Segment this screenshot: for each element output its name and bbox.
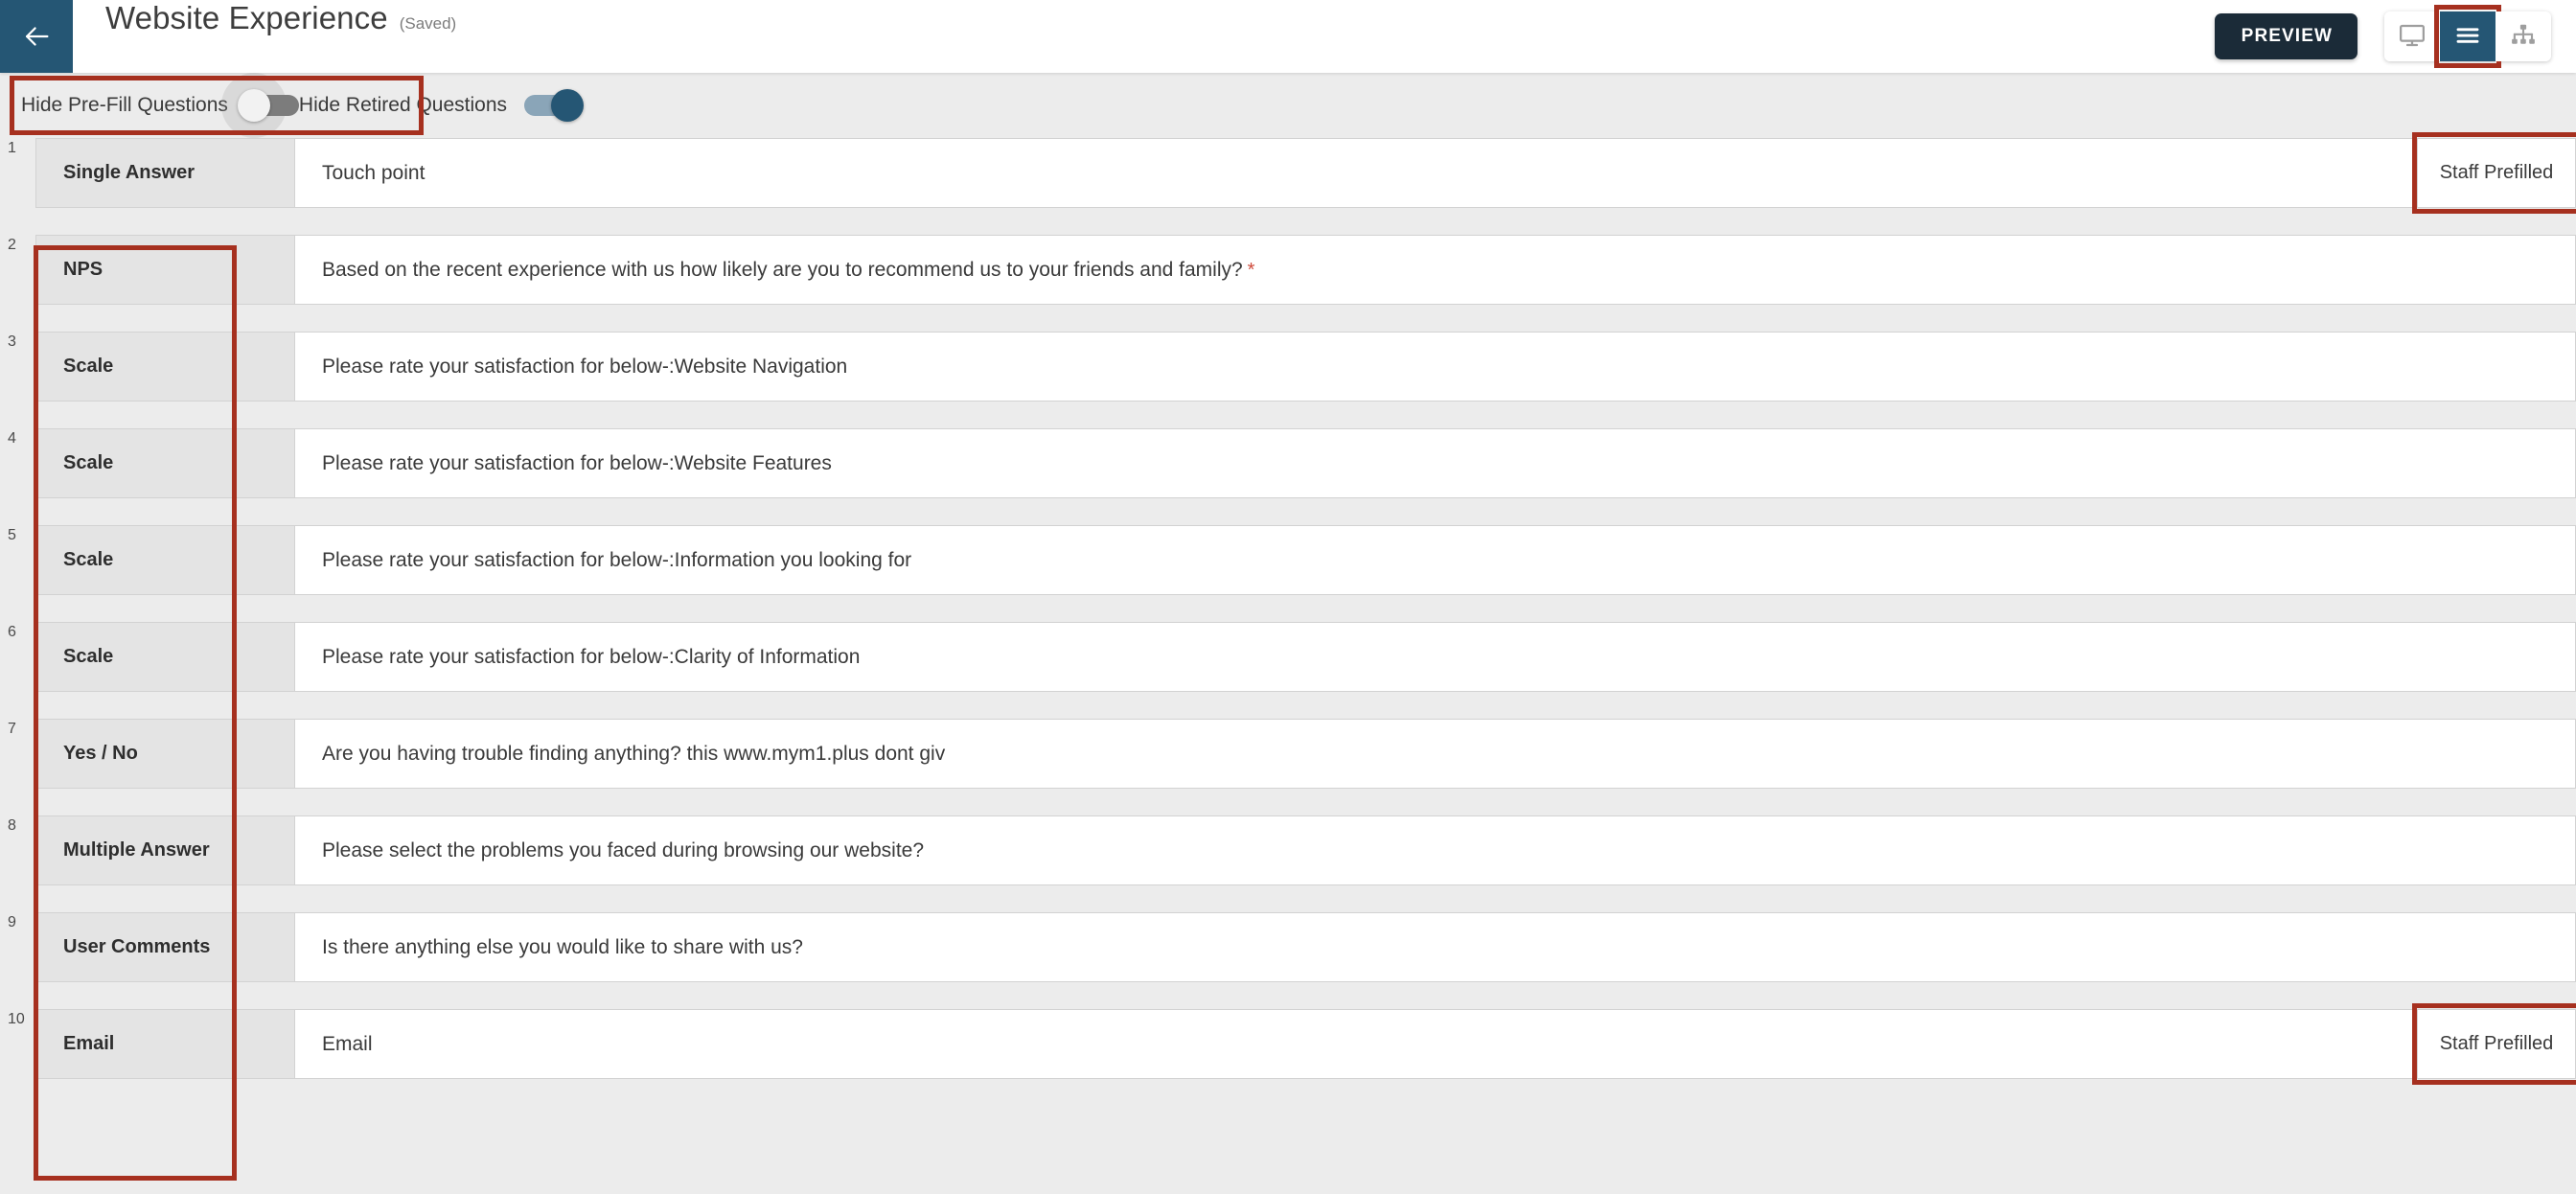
question-row[interactable]: 5 Scale Please rate your satisfaction for … (0, 525, 2576, 595)
hide-prefill-label: Hide Pre-Fill Questions (21, 94, 228, 116)
switch-knob (237, 89, 270, 122)
view-mode-list-button[interactable] (2434, 5, 2501, 68)
question-text-cell[interactable]: Please select the problems you faced dur… (294, 815, 2576, 885)
question-text-cell[interactable]: Are you having trouble finding anything?… (294, 719, 2576, 789)
question-row-spacer (235, 525, 294, 595)
question-number: 2 (8, 237, 16, 253)
question-number: 6 (8, 624, 16, 640)
preview-button[interactable]: PREVIEW (2214, 13, 2358, 59)
sitemap-tree-icon (2509, 21, 2538, 53)
question-row-spacer (235, 138, 294, 208)
view-mode-desktop-button[interactable] (2384, 11, 2440, 61)
page-title: Website Experience (105, 0, 388, 35)
question-text: Please rate your satisfaction for below-… (322, 451, 832, 474)
hide-retired-label: Hide Retired Questions (298, 94, 508, 116)
question-text: Please rate your satisfaction for below-… (322, 645, 861, 668)
monitor-icon (2398, 21, 2426, 53)
question-text-cell[interactable]: Email Staff Prefilled (294, 1003, 2576, 1085)
question-number: 9 (8, 914, 16, 930)
view-mode-flow-button[interactable] (2496, 11, 2551, 61)
question-row[interactable]: 2 NPS Based on the recent experience with … (0, 235, 2576, 305)
question-row[interactable]: 6 Scale Please rate your satisfaction for … (0, 622, 2576, 692)
question-type-cell[interactable]: Scale (35, 332, 235, 402)
question-text-cell[interactable]: Please rate your satisfaction for below-… (294, 428, 2576, 498)
view-mode-group (2384, 5, 2551, 68)
question-row-spacer (235, 428, 294, 498)
question-row-spacer (235, 332, 294, 402)
question-type-cell[interactable]: Scale (35, 622, 235, 692)
staff-prefilled-badge: Staff Prefilled (2412, 1003, 2576, 1085)
question-text: Please select the problems you faced dur… (322, 838, 925, 861)
question-text: Email (322, 1032, 373, 1055)
question-text: Please rate your satisfaction for below-… (322, 355, 848, 378)
question-row-spacer (235, 1009, 294, 1079)
app-header: Website Experience (Saved) PREVIEW (0, 0, 2576, 73)
question-number: 1 (8, 140, 16, 156)
question-text-cell[interactable]: Please rate your satisfaction for below-… (294, 332, 2576, 402)
header-actions: PREVIEW (2214, 0, 2576, 73)
question-row-spacer (235, 815, 294, 885)
question-list: 1 Single Answer Touch point Staff Prefilled… (0, 132, 2576, 1181)
staff-prefilled-badge: Staff Prefilled (2412, 132, 2576, 214)
question-row[interactable]: 8 Multiple Answer Please select the proble… (0, 815, 2576, 885)
question-number: 7 (8, 721, 16, 737)
question-text: Is there anything else you would like to… (322, 935, 803, 958)
question-row-spacer (235, 912, 294, 982)
question-type-cell[interactable]: Multiple Answer (35, 815, 235, 885)
question-text: Touch point (322, 161, 426, 184)
hide-retired-toggle-group: Hide Retired Questions (298, 89, 585, 122)
back-button[interactable] (0, 0, 73, 73)
question-text-cell[interactable]: Please rate your satisfaction for below-… (294, 525, 2576, 595)
question-text-cell[interactable]: Touch point Staff Prefilled (294, 132, 2576, 214)
saved-status: (Saved) (399, 14, 457, 33)
question-text-cell[interactable]: Is there anything else you would like to… (294, 912, 2576, 982)
question-row[interactable]: 10 Email Email Staff Prefilled (0, 1003, 2576, 1085)
arrow-left-icon (20, 20, 53, 53)
question-row[interactable]: 9 User Comments Is there anything else you… (0, 912, 2576, 982)
hide-prefill-toggle-group: Hide Pre-Fill Questions (21, 73, 299, 138)
question-number: 8 (8, 817, 16, 834)
question-row-spacer (235, 719, 294, 789)
question-text-cell[interactable]: Please rate your satisfaction for below-… (294, 622, 2576, 692)
question-number: 4 (8, 430, 16, 447)
title-area: Website Experience (Saved) (73, 0, 2215, 73)
question-type-cell[interactable]: Email (35, 1009, 235, 1079)
question-type-cell[interactable]: Yes / No (35, 719, 235, 789)
question-number: 5 (8, 527, 16, 543)
question-text: Based on the recent experience with us h… (322, 258, 1243, 281)
question-row[interactable]: 1 Single Answer Touch point Staff Prefilled (0, 132, 2576, 214)
question-number: 3 (8, 333, 16, 350)
question-text-cell[interactable]: Based on the recent experience with us h… (294, 235, 2576, 305)
question-type-cell[interactable]: Scale (35, 525, 235, 595)
question-row[interactable]: 4 Scale Please rate your satisfaction for … (0, 428, 2576, 498)
filter-toggle-bar: Hide Pre-Fill Questions Hide Retired Que… (0, 73, 2576, 138)
hide-retired-switch[interactable] (524, 89, 585, 122)
question-number: 10 (8, 1011, 25, 1027)
question-row[interactable]: 7 Yes / No Are you having trouble finding … (0, 719, 2576, 789)
question-text: Are you having trouble finding anything?… (322, 742, 946, 765)
switch-knob (551, 89, 585, 122)
hamburger-list-icon (2453, 21, 2482, 53)
question-type-cell[interactable]: NPS (35, 235, 235, 305)
hide-prefill-switch[interactable] (220, 73, 299, 138)
question-text: Please rate your satisfaction for below-… (322, 548, 912, 571)
question-row[interactable]: 3 Scale Please rate your satisfaction for … (0, 332, 2576, 402)
question-type-cell[interactable]: User Comments (35, 912, 235, 982)
question-row-spacer (235, 235, 294, 305)
question-row-spacer (235, 622, 294, 692)
question-type-cell[interactable]: Scale (35, 428, 235, 498)
question-type-cell[interactable]: Single Answer (35, 138, 235, 208)
